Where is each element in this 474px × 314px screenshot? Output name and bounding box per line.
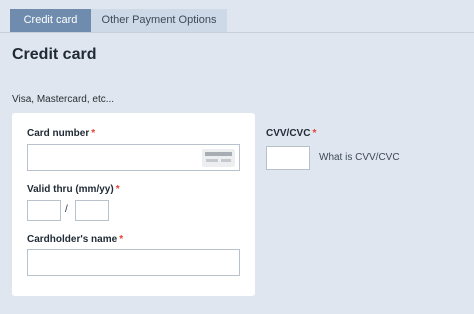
cardholder-name-input[interactable] bbox=[27, 249, 240, 276]
tab-credit-card[interactable]: Credit card bbox=[10, 9, 91, 32]
expiry-year-input[interactable] bbox=[75, 200, 109, 221]
required-mark: * bbox=[91, 128, 96, 139]
cvv-label: CVV/CVC * bbox=[266, 128, 317, 139]
page-subtitle: Visa, Mastercard, etc... bbox=[12, 94, 115, 105]
cvv-help-link[interactable]: What is CVV/CVC bbox=[319, 152, 400, 163]
expiry-separator: / bbox=[65, 204, 68, 215]
expiry-month-input[interactable] bbox=[27, 200, 61, 221]
required-mark: * bbox=[119, 234, 124, 245]
cvv-input[interactable] bbox=[266, 146, 310, 170]
card-number-label: Card number * bbox=[27, 128, 96, 139]
tab-other-payment-options[interactable]: Other Payment Options bbox=[91, 9, 227, 32]
tab-divider bbox=[0, 32, 474, 33]
valid-thru-label: Valid thru (mm/yy) * bbox=[27, 184, 120, 195]
credit-card-icon bbox=[202, 149, 235, 167]
required-mark: * bbox=[312, 128, 317, 139]
cardholder-name-label: Cardholder's name * bbox=[27, 234, 124, 245]
card-number-input[interactable] bbox=[27, 144, 240, 171]
page-title: Credit card bbox=[12, 46, 97, 63]
required-mark: * bbox=[115, 184, 120, 195]
card-form-panel: Card number * Valid thru (mm/yy) * / Cardh… bbox=[12, 113, 255, 296]
payment-tabs: Credit card Other Payment Options bbox=[10, 9, 227, 32]
